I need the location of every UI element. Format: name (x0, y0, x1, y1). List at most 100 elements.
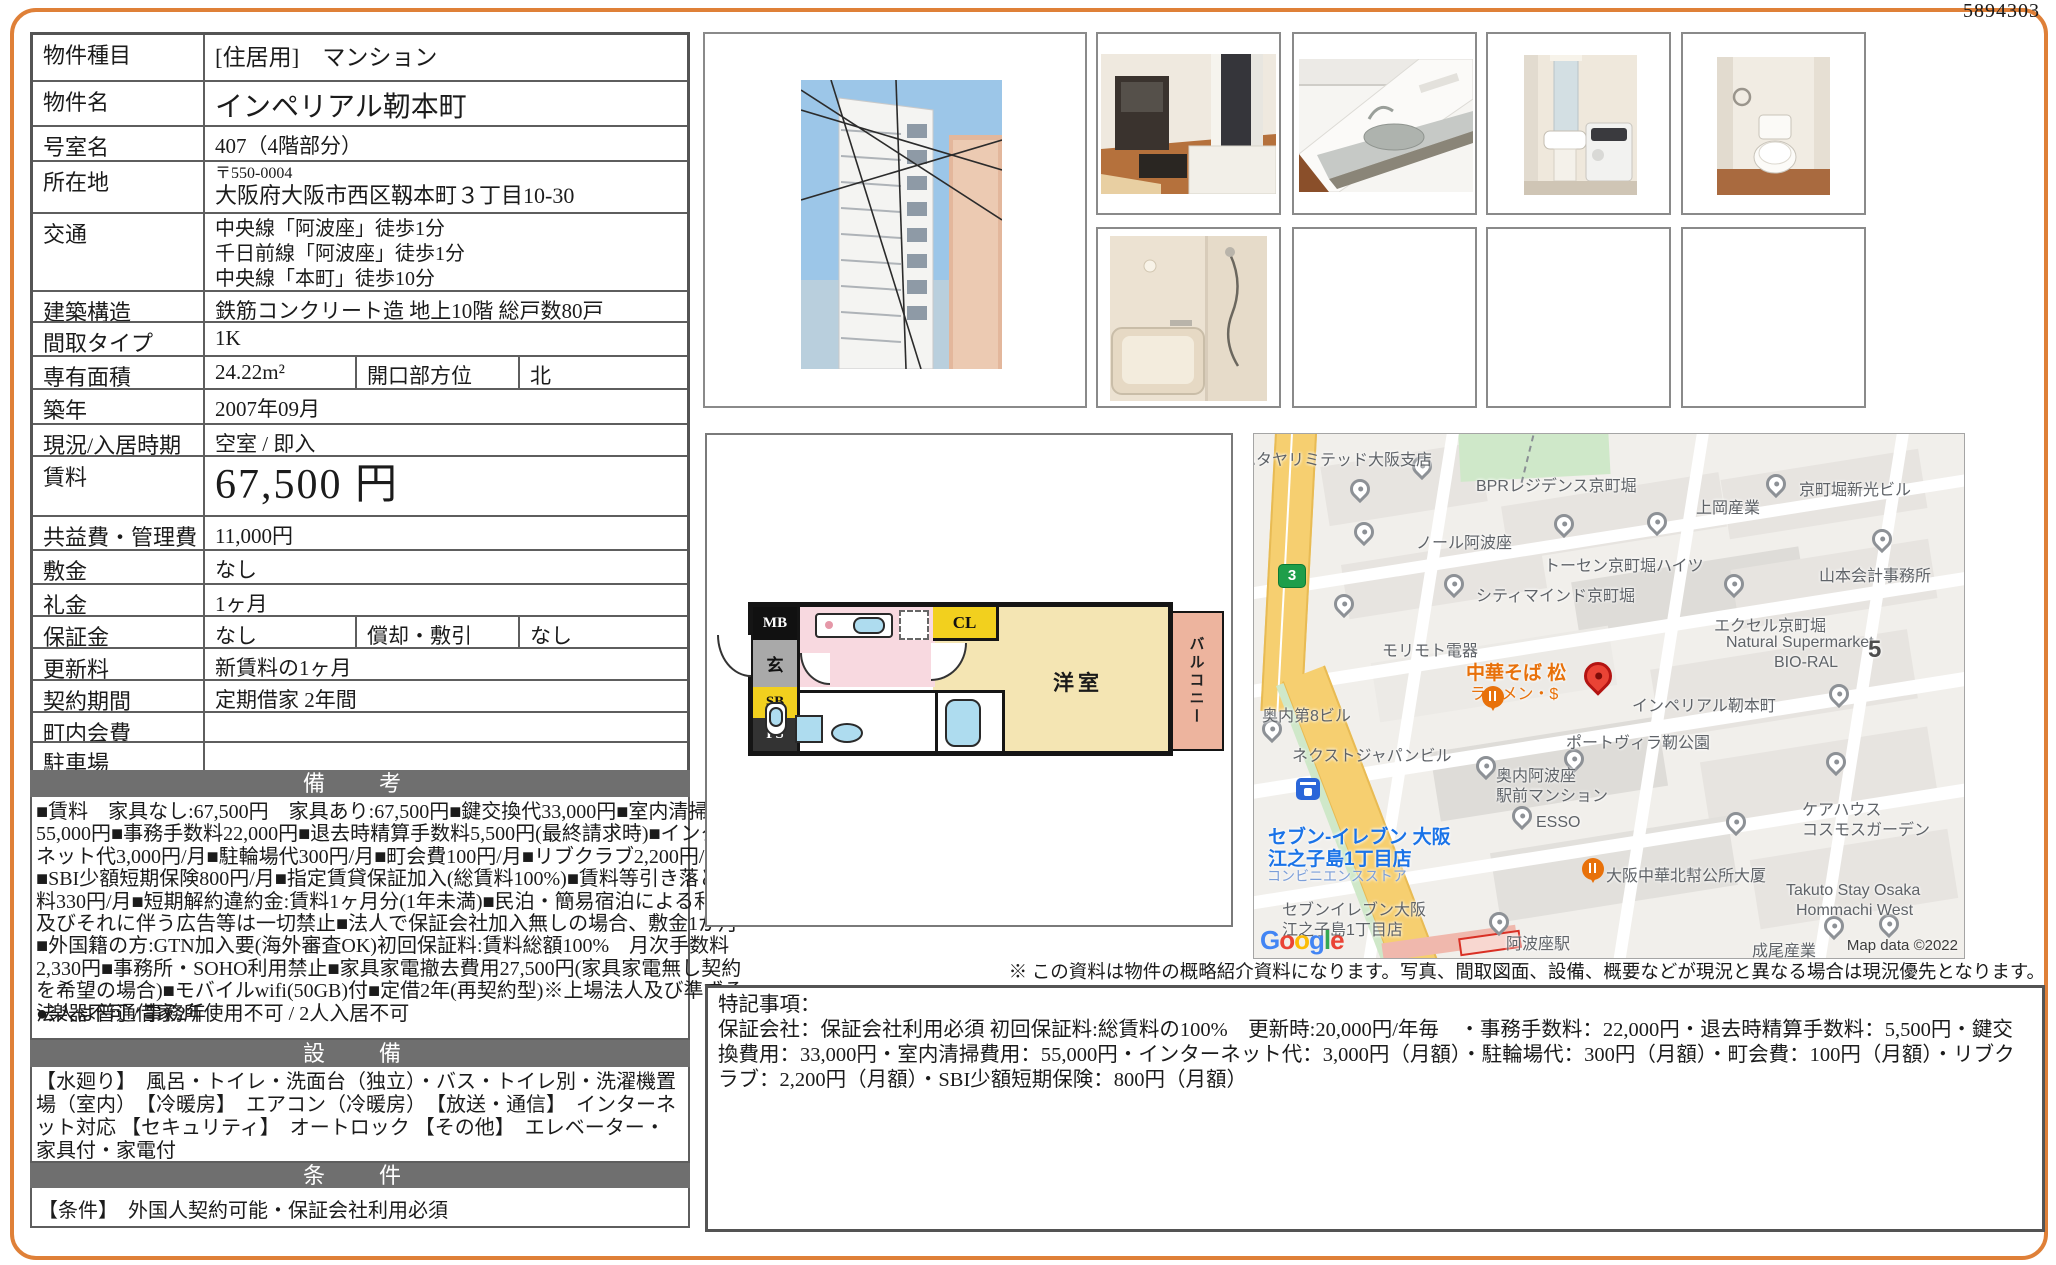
field-label-parking: 駐車場 (33, 743, 205, 773)
field-value-type: [住居用] マンション (205, 35, 687, 80)
remarks-text: ■賃料 家具なし:67,500円 家具あり:67,500円■鍵交換代33,000… (36, 801, 750, 1025)
location-map: 3 ハタヤリミテッド大阪支店BPRレジデンス京町堀上岡産業京町堀新光ビルノール阿… (1253, 433, 1965, 959)
map-label: ハタヤリミテッド大阪支店 (1253, 446, 1432, 470)
table-row-name: 物件名インペリアル靭本町 (33, 80, 687, 125)
map-label: Takuto Stay Osaka (1786, 882, 1920, 900)
entrance-door-arc (717, 635, 751, 677)
western-room-label: 洋室 (1053, 667, 1103, 697)
field-value-key-money: 1ヶ月 (205, 585, 687, 615)
conditions-text: 【条件】 外国人契約可能・保証会社利用必須 (38, 1194, 686, 1223)
map-label: BIO-RAL (1774, 654, 1838, 672)
equipment-section: 【水廻り】 風呂・トイレ・洗面台（独立）・バス・トイレ別・洗濯機置場（室内） 【… (30, 1067, 690, 1163)
field-label-type: 物件種目 (33, 35, 205, 80)
table-row-key-money: 礼金1ヶ月 (33, 583, 687, 615)
photo-bathroom (1096, 227, 1281, 408)
google-logo-letter: g (1309, 925, 1324, 955)
map-label: コンビニエンスストア (1267, 866, 1407, 886)
field-label-room-no: 号室名 (33, 127, 205, 160)
table-row-area: 専有面積24.22m²開口部方位北 (33, 355, 687, 388)
google-logo-letter: e (1330, 925, 1343, 955)
bathroom-image (1110, 236, 1267, 401)
field-value-town-fee (205, 713, 687, 741)
map-label: 山本会計事務所 (1819, 562, 1931, 586)
map-label: シティマインド京町堀 (1476, 582, 1635, 606)
table-row-guarantee: 保証金なし償却・敷引なし (33, 615, 687, 647)
field-label-guarantee: 保証金 (33, 617, 205, 647)
photo-slot-empty (1292, 227, 1477, 408)
conditions-section: 【条件】 外国人契約可能・保証会社利用必須 (30, 1188, 690, 1228)
floorplan-unit-outline: MB 玄 SB PS CL 洋室 (748, 602, 1173, 756)
photo-building-exterior (703, 32, 1087, 408)
restaurant-pin (1482, 686, 1504, 708)
google-logo: Google (1260, 925, 1344, 956)
bathtub-fixture (945, 699, 981, 747)
table-row-town-fee: 町内会費 (33, 711, 687, 741)
map-attribution: Map data ©2022 (1847, 937, 1958, 954)
map-label: インペリアル靭本町 (1632, 692, 1776, 716)
map-label: 上岡産業 (1696, 494, 1760, 518)
special-notes-title: 特記事項： (718, 993, 2033, 1018)
property-flyer-page: 5894303 物件種目[住居用] マンション物件名インペリアル靭本町号室名40… (0, 0, 2056, 1265)
field-value-access: 中央線「阿波座」徒歩1分千日前線「阿波座」徒歩1分中央線「本町」徒歩10分 (205, 214, 687, 290)
field-value2-guarantee: なし (518, 617, 687, 647)
map-label: トーセン京町堀ハイツ (1544, 552, 1704, 576)
table-row-access: 交通中央線「阿波座」徒歩1分千日前線「阿波座」徒歩1分中央線「本町」徒歩10分 (33, 212, 687, 290)
map-label: 大阪中華北幇公所大厦 (1606, 862, 1766, 886)
photo-slot-empty (1681, 227, 1866, 408)
field-label-name: 物件名 (33, 82, 205, 125)
washer-space (795, 715, 823, 743)
field-sublabel-guarantee: 償却・敷引 (355, 617, 518, 647)
building-exterior-image (801, 80, 1002, 369)
field-label-structure: 建築構造 (33, 292, 205, 321)
kitchen-sink (853, 617, 885, 634)
google-logo-letter: o (1279, 925, 1294, 955)
field-value-contract-term: 定期借家 2年間 (205, 681, 687, 711)
field-label-renewal-fee: 更新料 (33, 649, 205, 679)
field-label-address: 所在地 (33, 162, 205, 212)
photo-interior-room (1096, 32, 1281, 215)
field-value-room-no: 407（4階部分） (205, 127, 687, 160)
map-label: ESSO (1536, 814, 1580, 832)
field-label-rent: 賃料 (33, 457, 205, 515)
field-value-renewal-fee: 新賃料の1ヶ月 (205, 649, 687, 679)
remarks-section-header: 備 考 (30, 770, 690, 797)
field-label-area: 専有面積 (33, 357, 205, 388)
kitchen-burner (825, 621, 833, 629)
remarks-footer: ●楽器不可 / 事務所使用不可 / 2人入居不可 (36, 997, 736, 1026)
document-number: 5894303 (1963, 0, 2040, 23)
table-row-rent: 賃料67,500 円 (33, 455, 687, 515)
special-notes-box: 特記事項： 保証会社：保証会社利用必須 初回保証料:総賃料の100% 更新時:2… (705, 985, 2045, 1232)
floorplan-mb-cell: MB (753, 607, 797, 640)
field-label-layout-type: 間取タイプ (33, 323, 205, 355)
map-label: 京町堀新光ビル (1799, 476, 1911, 500)
map-label: 駅前マンション (1496, 782, 1608, 806)
field-value-deposit: なし (205, 551, 687, 583)
toilet-seat (769, 707, 783, 727)
table-row-deposit: 敷金なし (33, 549, 687, 583)
floor-plan: バルコニー MB 玄 SB PS CL (705, 433, 1233, 927)
table-row-parking: 駐車場 (33, 741, 687, 773)
table-row-renewal-fee: 更新料新賃料の1ヶ月 (33, 647, 687, 679)
map-label: 奥内第8ビル (1262, 702, 1351, 726)
washroom-image (1524, 55, 1637, 195)
field-label-town-fee: 町内会費 (33, 713, 205, 741)
map-label: ポートヴィラ靭公園 (1566, 729, 1710, 753)
field-value-built-year: 2007年09月 (205, 390, 687, 423)
photo-slot-empty (1486, 227, 1671, 408)
field-value-structure: 鉄筋コンクリート造 地上10階 総戸数80戸 (205, 292, 687, 321)
field-value2-area: 北 (518, 357, 687, 388)
field-label-deposit: 敷金 (33, 551, 205, 583)
photo-kitchen (1292, 32, 1477, 215)
field-value-address: 〒550-0004大阪府大阪市西区靱本町３丁目10-30 (205, 162, 687, 212)
property-spec-table: 物件種目[住居用] マンション物件名インペリアル靭本町号室名407（4階部分）所… (30, 32, 690, 776)
restaurant-pin (1582, 858, 1604, 880)
field-label-built-year: 築年 (33, 390, 205, 423)
google-logo-letter: G (1260, 925, 1279, 955)
route-number-badge: 3 (1278, 564, 1306, 588)
photo-washroom (1486, 32, 1671, 215)
floorplan-balcony: バルコニー (1168, 611, 1224, 751)
floorplan-closet: CL (933, 607, 999, 641)
equipment-text: 【水廻り】 風呂・トイレ・洗面台（独立）・バス・トイレ別・洗濯機置場（室内） 【… (36, 1071, 684, 1163)
map-label: コスモスガーデン (1802, 816, 1930, 840)
table-row-contract-term: 契約期間定期借家 2年間 (33, 679, 687, 711)
